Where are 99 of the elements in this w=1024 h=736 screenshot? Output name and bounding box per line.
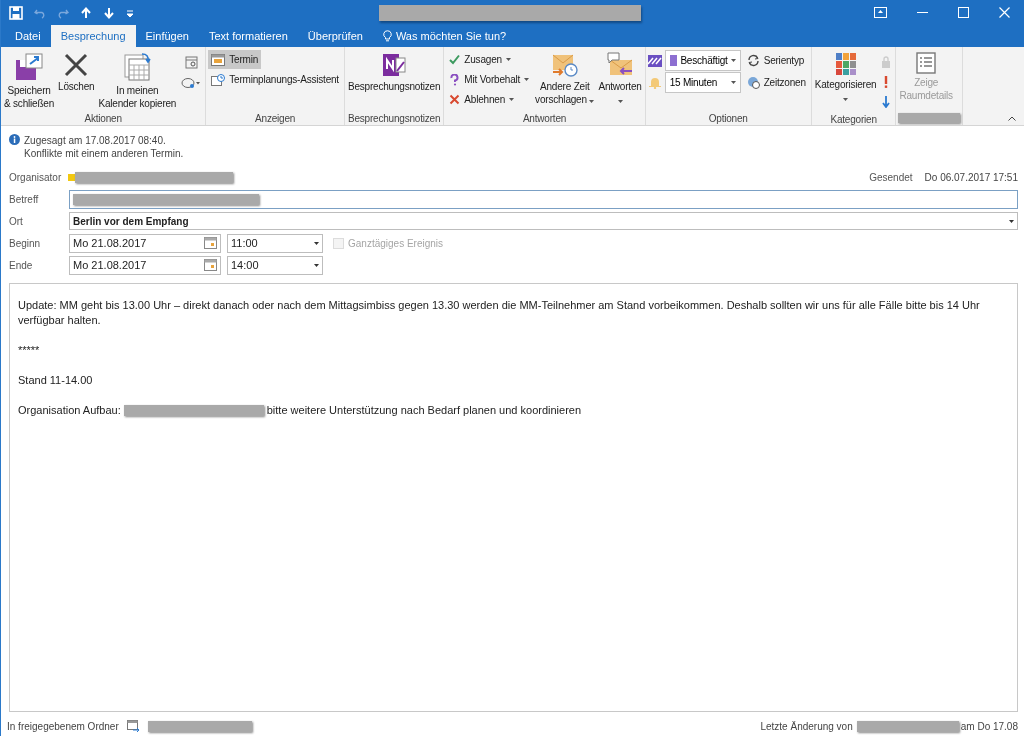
response-button[interactable]: Ablehnen — [446, 90, 533, 109]
field-label: Ort — [9, 215, 24, 227]
time-dropdown[interactable]: 11:00 — [227, 233, 323, 253]
ribbon-tab[interactable]: Text formatieren — [198, 25, 298, 47]
time-zones-button[interactable]: Zeitzonen — [743, 73, 809, 92]
color-grid-icon — [834, 52, 857, 76]
propose-time-button[interactable]: Andere Zeit vorschlagen — [534, 50, 596, 108]
dropdown-arrow-icon — [589, 100, 595, 103]
reply-button[interactable]: Antworten — [597, 50, 643, 108]
group-label: Besprechungsnotizen — [346, 111, 442, 125]
maximize-icon[interactable] — [958, 7, 969, 18]
dropdown-arrow-icon — [505, 58, 511, 61]
lightbulb-icon — [382, 30, 392, 42]
group-label: Anzeigen — [254, 111, 297, 125]
info-icon — [9, 134, 20, 145]
bell-icon — [647, 76, 662, 89]
dropdown-arrow-icon — [730, 81, 736, 84]
tell-me-search[interactable]: Was möchten Sie tun? — [372, 25, 517, 47]
dropdown-arrow-icon — [1009, 219, 1014, 223]
ribbon-tab[interactable]: Datei — [5, 25, 51, 47]
show-as-dropdown[interactable]: Beschäftigt — [664, 50, 741, 71]
dropdown-arrow-icon — [509, 98, 514, 101]
list-icon — [916, 52, 937, 74]
field-label: Ende — [9, 259, 34, 271]
redaction-bar — [898, 113, 961, 123]
status-text: Letzte Änderung von — [760, 720, 853, 732]
repeat-icon — [746, 54, 760, 67]
customize-icon[interactable] — [126, 7, 134, 18]
question-icon — [449, 73, 461, 86]
body-paragraph: ***** — [18, 343, 41, 358]
up-arrow-icon[interactable] — [80, 6, 92, 19]
close-icon — [63, 52, 90, 78]
date-field[interactable]: Mo 21.08.2017 — [69, 255, 221, 275]
info-message: Konflikte mit einem anderen Termin. — [24, 147, 184, 160]
body-text: bitte weitere Unterstützung nach Bedarf planen und koordinieren — [266, 403, 582, 418]
body-paragraph: Update: MM geht bis 13.00 Uhr – direkt danach oder nach dem Mittagsimbiss gegen 13.30 werden die MM-Teilnehmer am Stand vorbeikommen. Deshalb sollten wir uns für alle Fälle bitte bis 14 Uhr verfügbar halten. — [18, 298, 981, 328]
group-label: Aktionen — [83, 112, 123, 125]
body-paragraph: Stand 11-14.00 — [18, 373, 94, 388]
cross-icon — [449, 94, 461, 105]
tell-me-text: Was möchten Sie tun? — [395, 30, 507, 42]
shared-folder-icon — [126, 720, 140, 732]
field-label: Gesendet — [869, 171, 913, 183]
ribbon-display-icon[interactable] — [874, 7, 887, 18]
delete-button[interactable]: Löschen — [57, 50, 96, 95]
envelope-reply-icon — [606, 52, 635, 78]
low-importance-icon[interactable] — [882, 96, 891, 108]
response-button[interactable]: Zusagen — [446, 50, 533, 69]
ribbon-tab[interactable]: Besprechung — [50, 25, 136, 47]
busy-status-icon — [647, 54, 662, 67]
view-button[interactable]: Terminplanungs-Assistent — [208, 70, 342, 89]
location-field[interactable]: Berlin vor dem Empfang — [69, 212, 1018, 230]
date-field[interactable]: Mo 21.08.2017 — [69, 233, 221, 253]
dropdown-arrow-icon — [730, 59, 736, 62]
calendar-icon — [204, 237, 217, 249]
field-label: Betreff — [9, 193, 40, 205]
reminder-dropdown[interactable]: 15 Minuten — [664, 72, 741, 93]
envelope-clock-icon — [550, 52, 579, 78]
notebook-icon — [381, 52, 408, 78]
status-text: am Do 17.08 — [960, 720, 1018, 732]
save-close-button[interactable]: Speichern & schließen — [3, 50, 56, 112]
info-message: Zugesagt am 17.08.2017 08:40. — [24, 134, 167, 147]
appointment-icon — [211, 53, 226, 66]
status-text: In freigegebenem Ordner — [7, 720, 119, 732]
ribbon-tab[interactable]: Überprüfen — [297, 25, 373, 47]
down-arrow-icon[interactable] — [103, 6, 115, 19]
dropdown-arrow-icon — [314, 263, 319, 267]
minimize-icon[interactable] — [917, 11, 928, 14]
field-label: Organisator — [9, 171, 63, 183]
group-label: Optionen — [707, 111, 749, 125]
response-button[interactable]: Mit Vorbehalt — [446, 70, 533, 89]
categorize-button[interactable]: Kategorisieren — [813, 50, 878, 106]
sent-date: Do 06.07.2017 17:51 — [924, 171, 1018, 183]
meeting-options-icon[interactable] — [181, 77, 202, 89]
save-icon[interactable] — [9, 5, 23, 20]
subject-field[interactable] — [69, 189, 1018, 209]
globe-clock-icon — [746, 76, 760, 89]
calendar-icon — [122, 52, 153, 82]
field-label: Beginn — [9, 237, 42, 249]
dropdown-arrow-icon — [524, 78, 530, 81]
collapse-ribbon-icon[interactable] — [1008, 116, 1016, 121]
scheduling-icon — [211, 73, 226, 86]
dropdown-arrow-icon — [314, 241, 319, 245]
dropdown-arrow-icon — [843, 98, 849, 101]
high-importance-icon[interactable] — [884, 76, 889, 88]
time-dropdown[interactable]: 14:00 — [227, 255, 323, 275]
recurrence-button[interactable]: Serientyp — [743, 51, 808, 70]
meeting-notes-button[interactable]: Besprechungsnotizen — [346, 50, 442, 95]
ribbon-tab[interactable]: Einfügen — [135, 25, 199, 47]
save-close-icon — [14, 52, 44, 82]
copy-to-calendar-button[interactable]: In meinen Kalender kopieren — [97, 50, 178, 112]
forward-view-icon[interactable] — [184, 56, 198, 69]
group-label: Antworten — [521, 111, 568, 125]
group-label: Kategorien — [829, 114, 878, 125]
calendar-icon — [204, 259, 217, 271]
dropdown-arrow-icon — [617, 100, 623, 103]
check-icon — [449, 54, 461, 65]
close-icon[interactable] — [999, 7, 1010, 18]
view-button[interactable]: Termin — [208, 50, 262, 69]
body-text: Organisation Aufbau: — [18, 403, 121, 418]
